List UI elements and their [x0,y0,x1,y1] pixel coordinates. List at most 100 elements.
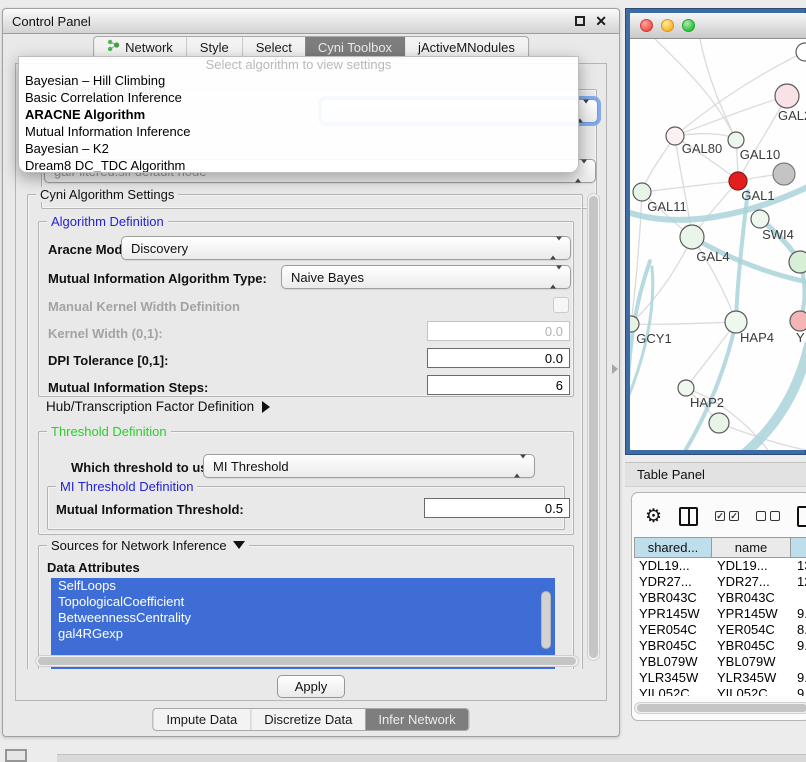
table-cell [792,590,806,606]
table-cell: YBL079W [634,654,712,670]
mi-threshold-field[interactable]: 0.5 [424,498,570,518]
list-scrollbar[interactable] [541,591,551,649]
table-cell: YLR345W [712,670,792,686]
network-edge[interactable] [642,136,675,192]
network-edge[interactable] [631,322,736,324]
algorithm-option[interactable]: ARACNE Algorithm [19,106,578,123]
split-columns-icon[interactable] [679,507,698,526]
table-cell: 9 [792,686,806,696]
data-attribute-item[interactable]: BetweennessCentrality [51,610,555,626]
zoom-traffic-light[interactable] [682,19,695,32]
aracne-mode-combo[interactable]: Discovery [121,236,571,260]
table-row[interactable]: YBR045CYBR045C9. [634,638,806,654]
vertical-scrollbar[interactable] [587,193,600,661]
network-node-gal2[interactable] [775,84,799,108]
tab-select[interactable]: Select [242,37,305,58]
network-window-titlebar [630,13,806,39]
table-row[interactable]: YBR043CYBR043C [634,590,806,606]
table-row[interactable]: YDL19...YDL19...13 [634,558,806,574]
sources-group: Sources for Network Inference Data Attri… [38,545,574,669]
apply-button[interactable]: Apply [277,675,345,698]
tab-impute-data[interactable]: Impute Data [153,709,250,730]
column-header[interactable]: A [790,537,806,558]
sources-group-title[interactable]: Sources for Network Inference [47,538,249,553]
network-edge[interactable] [642,181,738,192]
tab-style[interactable]: Style [186,37,242,58]
tab-discretize-data[interactable]: Discretize Data [250,709,365,730]
network-node-gal4[interactable] [680,225,704,249]
splitpane-divider-handle[interactable] [612,364,618,374]
table-row[interactable]: YDR27...YDR27...12 [634,574,806,590]
hub-tf-definition-toggle[interactable]: Hub/Transcription Factor Definition [46,399,270,414]
table-row[interactable]: YLR345WYLR345W9. [634,670,806,686]
which-threshold-combo[interactable]: MI Threshold [203,454,535,478]
table-cell: YPR145W [634,606,712,622]
network-node-label: SWI4 [762,227,794,242]
file-icon[interactable] [797,506,806,527]
network-node-swi4[interactable] [751,210,769,228]
control-panel-window: Control Panel ✕ NetworkStyleSelectCyni T… [2,8,620,737]
dpi-tolerance-label: DPI Tolerance [0,1]: [48,353,168,368]
threshold-definition-title: Threshold Definition [47,424,171,439]
network-node-green-bottom[interactable] [709,413,729,433]
data-attribute-item[interactable]: gal4RGexp [51,626,555,642]
network-canvas[interactable]: GAL2GAL80GAL10GAL1GAL11SWI4GAL4GCY1HAP4Y… [630,39,806,450]
column-header[interactable]: shared... [634,537,712,558]
network-node-gcy1[interactable] [630,316,639,332]
algorithm-option[interactable]: Basic Correlation Inference [19,89,578,106]
float-icon[interactable] [575,16,585,26]
algorithm-option[interactable]: Dream8 DC_TDC Algorithm [19,157,578,173]
data-attributes-label: Data Attributes [47,560,140,575]
tab-network[interactable]: Network [94,37,186,58]
algorithm-option[interactable]: Mutual Information Inference [19,123,578,140]
table-cell: YPR145W [712,606,792,622]
network-node-pink-right[interactable] [790,311,806,331]
table-horizontal-scrollbar[interactable] [634,702,806,714]
table-row[interactable]: YPR145WYPR145W9. [634,606,806,622]
gear-icon[interactable]: ⚙ [645,507,662,526]
network-edge[interactable] [655,39,736,140]
network-node-unnamed-gray[interactable] [773,163,795,185]
mi-steps-field[interactable]: 6 [427,375,570,395]
network-node-label: HAP4 [740,330,774,345]
deselect-all-icon[interactable] [756,511,780,521]
table-cell [792,654,806,670]
node-attribute-table: shared...nameA YDL19...YDL19...13YDR27..… [634,537,806,696]
network-node-partial-top[interactable] [796,43,806,61]
close-traffic-light[interactable] [640,19,653,32]
data-attribute-item[interactable]: TopologicalCoefficient [51,594,555,610]
network-node-gal10[interactable] [728,132,744,148]
horizontal-scrollbar[interactable] [35,655,579,667]
tab-jactivemnodules[interactable]: jActiveMNodules [405,37,528,58]
network-node-label: GAL1 [741,188,774,203]
tab-cyni-toolbox[interactable]: Cyni Toolbox [305,37,405,58]
algorithm-option[interactable]: Bayesian – Hill Climbing [19,72,578,89]
kernel-width-field[interactable]: 0.0 [427,321,570,341]
network-node-label: GAL2 [778,108,806,123]
settings-scroll-area: Cyni Algorithm Settings Algorithm Defini… [23,185,605,669]
select-all-icon[interactable]: ✓✓ [715,511,739,521]
algorithm-option[interactable]: Bayesian – K2 [19,140,578,157]
mi-algorithm-type-combo[interactable]: Naive Bayes [281,265,571,289]
bottom-tab-bar: Impute DataDiscretize DataInfer Network [152,708,469,731]
manual-kernel-width-checkbox[interactable] [553,297,569,313]
column-header[interactable]: name [711,537,791,558]
close-icon[interactable]: ✕ [595,15,607,27]
dock-panel-icon[interactable] [5,749,27,762]
minimize-traffic-light[interactable] [661,19,674,32]
network-node-label: GAL11 [647,199,687,214]
table-cell: YDL19... [634,558,712,574]
table-cell: YDL19... [712,558,792,574]
network-edge[interactable] [631,237,692,324]
tab-infer-network[interactable]: Infer Network [365,709,468,730]
table-header-row: shared...nameA [634,537,806,558]
combo-arrows-icon [514,459,526,474]
table-row[interactable]: YIL052CYIL052C9 [634,686,806,696]
attribute-browser: ⚙ ✓✓ shared...nameA YDL19...YDL19...13YDR… [631,492,806,721]
network-node-hap2[interactable] [678,380,694,396]
dpi-tolerance-field[interactable]: 0.0 [427,348,570,368]
data-attribute-item[interactable]: SelfLoops [51,578,555,594]
table-row[interactable]: YBL079WYBL079W [634,654,806,670]
network-node-green-right[interactable] [789,251,806,273]
table-row[interactable]: YER054CYER054C8. [634,622,806,638]
